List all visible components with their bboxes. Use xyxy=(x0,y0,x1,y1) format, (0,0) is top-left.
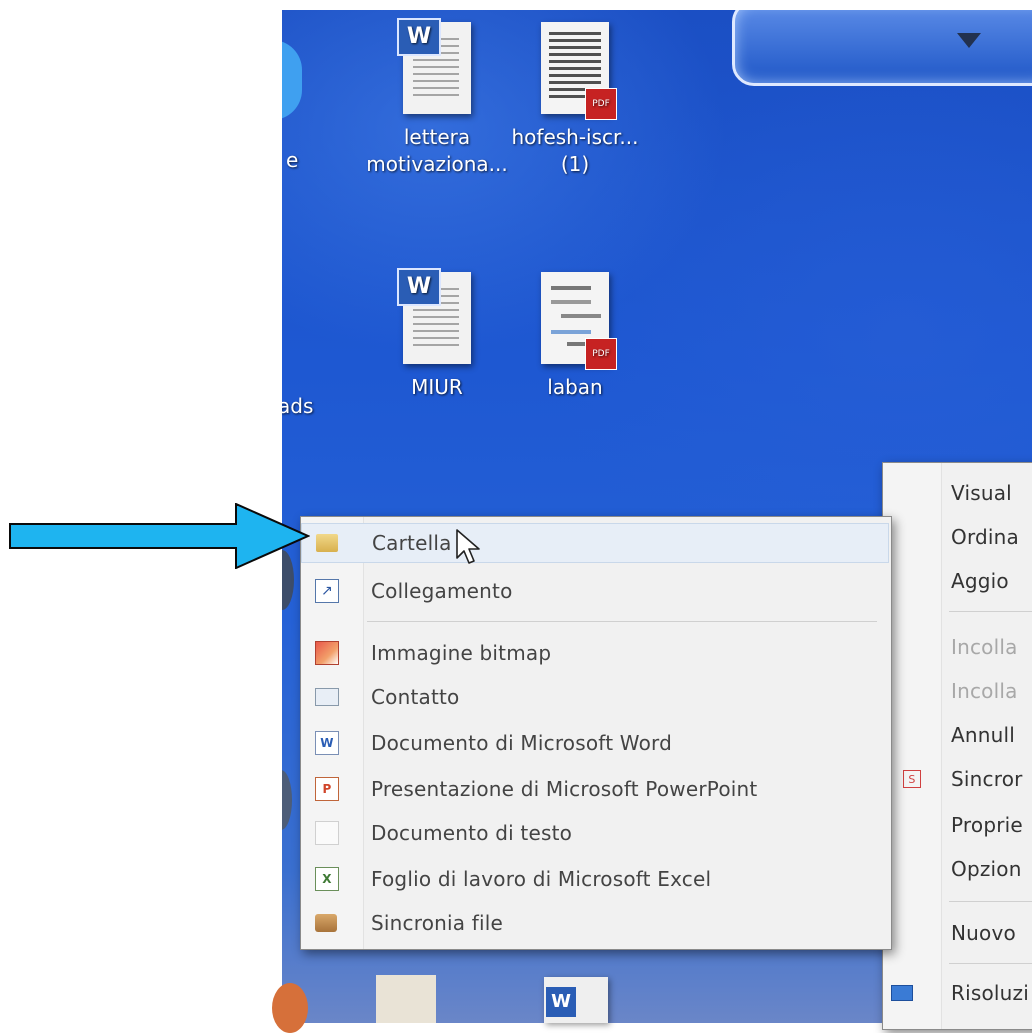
desktop-icon-label: MIUR xyxy=(411,375,463,399)
powerpoint-icon: P xyxy=(315,777,339,801)
submenu-item-sincronia-file[interactable]: Sincronia file xyxy=(301,903,889,943)
excel-icon: X xyxy=(315,867,339,891)
desktop-icon-lettera[interactable]: W lettera motivaziona... xyxy=(362,18,512,178)
partial-desktop-icon[interactable] xyxy=(376,975,436,1023)
context-menu-item-opzioni[interactable]: Opzion xyxy=(883,849,1032,889)
desktop-icon-laban[interactable]: PDF laban xyxy=(500,272,650,401)
context-menu-item-nuovo[interactable]: Nuovo xyxy=(883,913,1032,953)
menu-separator xyxy=(949,611,1032,612)
word-doc-icon: W xyxy=(315,731,339,755)
submenu-item-presentazione-powerpoint[interactable]: P Presentazione di Microsoft PowerPoint xyxy=(301,769,889,809)
annotation-arrow-icon xyxy=(9,503,310,569)
context-menu-item-incolla: Incolla xyxy=(951,635,1018,659)
submenu-item-collegamento[interactable]: ↗ Collegamento xyxy=(301,571,889,611)
pdf-document-icon: PDF xyxy=(541,272,617,370)
mouse-cursor-icon xyxy=(456,529,480,564)
menu-separator xyxy=(949,901,1032,902)
word-document-icon: W xyxy=(397,268,471,364)
bitmap-icon xyxy=(315,641,339,665)
folder-icon xyxy=(316,534,338,552)
context-menu-item-risoluzione[interactable]: Risoluzi xyxy=(883,973,1032,1013)
submenu-item-documento-testo[interactable]: Documento di testo xyxy=(301,813,889,853)
text-doc-icon xyxy=(315,821,339,845)
partial-globe-icon[interactable] xyxy=(282,40,302,120)
desktop-icon-partial-label-2[interactable]: ads xyxy=(282,394,313,418)
partial-chrome-icon[interactable] xyxy=(272,983,308,1033)
dropdown-triangle-icon[interactable] xyxy=(957,33,981,48)
context-menu-item-visualizza[interactable]: Visual xyxy=(883,473,1032,513)
contact-icon xyxy=(315,688,339,706)
word-document-icon: W xyxy=(397,18,471,114)
partial-word-icon[interactable]: W xyxy=(544,977,608,1023)
submenu-item-cartella[interactable]: Cartella xyxy=(301,523,889,563)
top-gadget-bar[interactable] xyxy=(732,10,1032,86)
shortcut-icon: ↗ xyxy=(315,579,339,603)
submenu-item-contatto[interactable]: Contatto xyxy=(301,677,889,717)
submenu-item-foglio-excel[interactable]: X Foglio di lavoro di Microsoft Excel xyxy=(301,859,889,899)
context-menu-item-proprieta[interactable]: Proprie xyxy=(883,805,1032,845)
desktop-icon-label: lettera motivaziona... xyxy=(366,125,508,176)
desktop-icon-partial-label-1[interactable]: e xyxy=(286,148,298,172)
desktop-icon-hofesh[interactable]: PDF hofesh-iscr... (1) xyxy=(500,22,650,178)
menu-separator xyxy=(367,621,877,622)
briefcase-icon xyxy=(315,914,337,932)
desktop-icon-miur[interactable]: W MIUR xyxy=(362,268,512,401)
display-icon xyxy=(891,985,913,1001)
new-submenu: Cartella ↗ Collegamento Immagine bitmap … xyxy=(300,516,892,950)
context-menu-item-ordina[interactable]: Ordina xyxy=(883,517,1032,557)
sync-icon: S xyxy=(903,770,921,788)
context-menu-item-annulla[interactable]: Annull xyxy=(883,715,1032,755)
menu-separator xyxy=(949,963,1032,964)
context-menu-item-incolla-collegamento: Incolla xyxy=(951,679,1018,703)
desktop-context-menu: Visual Ordina Aggio Incolla Incolla Annu… xyxy=(882,462,1032,1030)
context-menu-item-sincronizza[interactable]: S Sincror xyxy=(883,759,1032,799)
desktop-icon-label: hofesh-iscr... (1) xyxy=(511,125,639,176)
bottom-partial-icons: W xyxy=(272,975,882,1033)
submenu-item-immagine-bitmap[interactable]: Immagine bitmap xyxy=(301,633,889,673)
context-menu-item-aggiorna[interactable]: Aggio xyxy=(883,561,1032,601)
submenu-item-documento-word[interactable]: W Documento di Microsoft Word xyxy=(301,723,889,763)
partial-desktop-icon[interactable] xyxy=(282,770,292,830)
desktop-icon-label: laban xyxy=(547,375,603,399)
pdf-document-icon: PDF xyxy=(541,22,617,120)
